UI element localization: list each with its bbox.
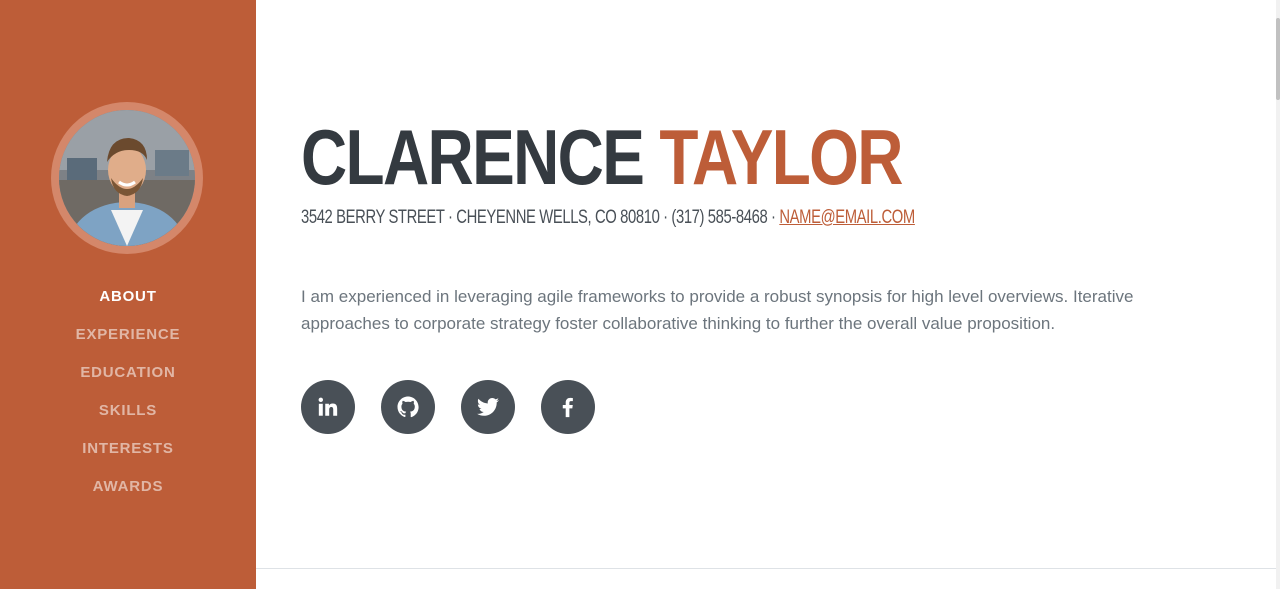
twitter-button[interactable] — [461, 380, 515, 434]
nav-link-skills[interactable]: SKILLS — [99, 402, 157, 419]
section-divider — [256, 568, 1276, 569]
nav-item-interests: INTERESTS — [0, 429, 256, 467]
twitter-icon — [477, 398, 499, 416]
nav-link-awards[interactable]: AWARDS — [93, 478, 164, 495]
facebook-icon — [562, 397, 573, 418]
github-icon — [397, 396, 419, 418]
page-title: CLARENCE TAYLOR — [301, 112, 903, 202]
linkedin-button[interactable] — [301, 380, 355, 434]
bio-text: I am experienced in leveraging agile fra… — [301, 287, 1134, 333]
avatar-ring — [51, 102, 203, 254]
avatar[interactable] — [59, 110, 195, 246]
nav-item-education: EDUCATION — [0, 353, 256, 391]
facebook-button[interactable] — [541, 380, 595, 434]
nav-item-skills: SKILLS — [0, 391, 256, 429]
sidebar-nav: ABOUT EXPERIENCE EDUCATION SKILLS INTERE… — [0, 277, 256, 505]
about-section: CLARENCE TAYLOR 3542 BERRY STREET · CHEY… — [256, 0, 1276, 589]
nav-item-awards: AWARDS — [0, 467, 256, 505]
linkedin-icon — [318, 397, 338, 416]
nav-link-about[interactable]: ABOUT — [99, 288, 156, 305]
github-button[interactable] — [381, 380, 435, 434]
scrollbar-thumb[interactable] — [1276, 18, 1280, 100]
sidebar: ABOUT EXPERIENCE EDUCATION SKILLS INTERE… — [0, 0, 256, 589]
contact-address: 3542 BERRY STREET · CHEYENNE WELLS, CO 8… — [301, 207, 780, 228]
contact-info: 3542 BERRY STREET · CHEYENNE WELLS, CO 8… — [301, 207, 915, 229]
social-icons — [301, 380, 595, 434]
nav-link-education[interactable]: EDUCATION — [80, 364, 175, 381]
nav-link-interests[interactable]: INTERESTS — [82, 440, 173, 457]
first-name: CLARENCE — [301, 113, 645, 201]
nav-link-experience[interactable]: EXPERIENCE — [76, 326, 181, 343]
nav-item-experience: EXPERIENCE — [0, 315, 256, 353]
scrollbar[interactable] — [1276, 0, 1280, 589]
last-name: TAYLOR — [659, 113, 903, 201]
email-link[interactable]: NAME@EMAIL.COM — [779, 207, 915, 228]
avatar-image — [59, 110, 195, 246]
nav-item-about: ABOUT — [0, 277, 256, 315]
